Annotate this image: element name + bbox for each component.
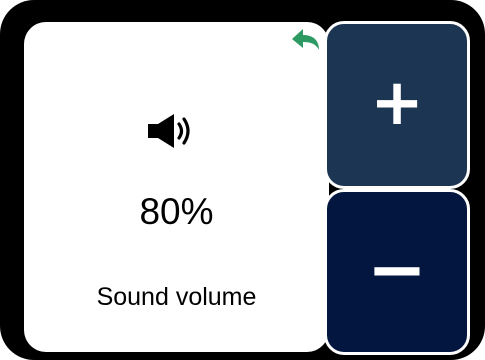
minus-icon: − [366, 227, 428, 311]
plus-icon: + [370, 66, 424, 140]
increase-volume-button[interactable]: + [324, 21, 470, 189]
back-arrow-icon [292, 29, 319, 50]
volume-label: Sound volume [96, 283, 257, 311]
speaker-icon [146, 112, 198, 150]
decrease-volume-button[interactable]: − [324, 189, 470, 355]
volume-value: 80% [139, 191, 214, 232]
back-button[interactable] [288, 26, 324, 54]
